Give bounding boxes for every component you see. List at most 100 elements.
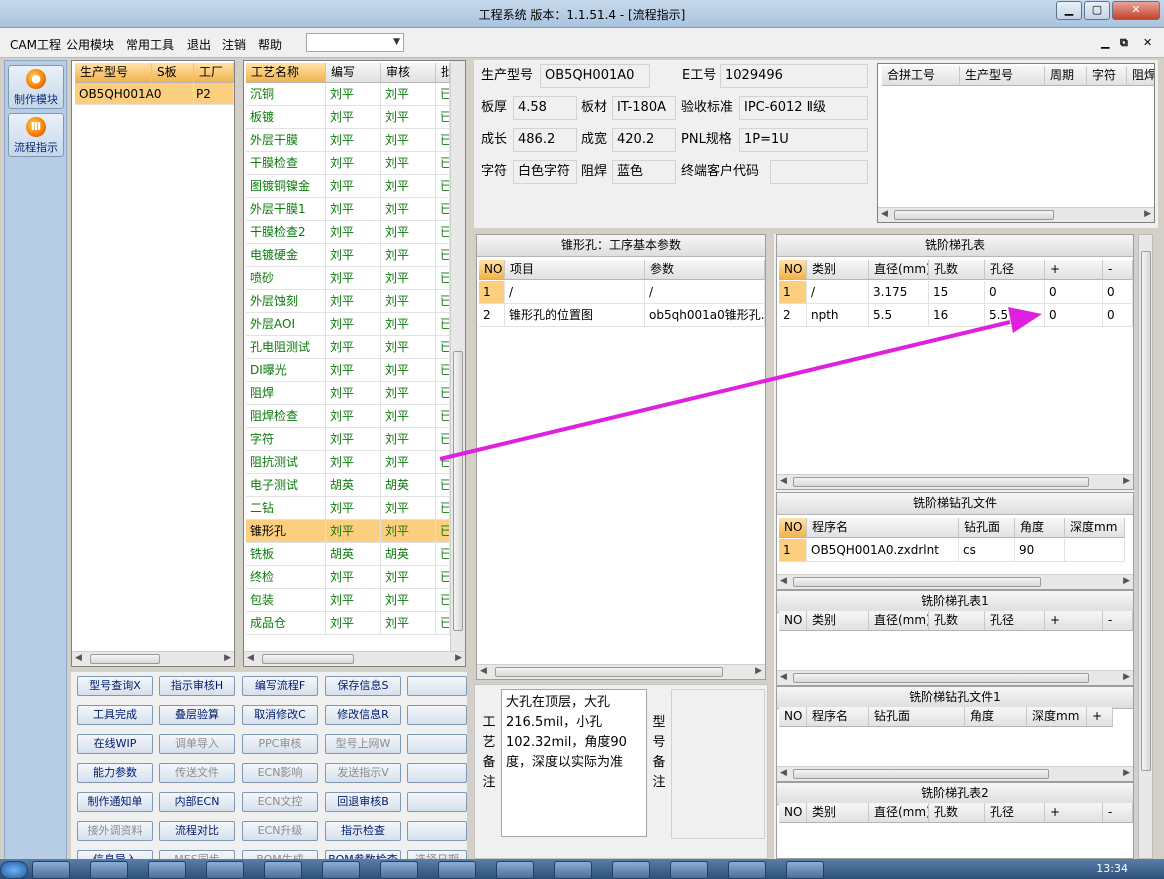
- column-header[interactable]: 深度mm: [1027, 707, 1087, 727]
- action-button[interactable]: 流程对比: [159, 821, 235, 841]
- column-header[interactable]: 编写: [326, 63, 381, 83]
- table-cell[interactable]: 刘平: [326, 290, 381, 313]
- table-cell[interactable]: 已: [436, 474, 450, 497]
- table-cell[interactable]: 已: [436, 359, 450, 382]
- taskbar-item[interactable]: [32, 861, 70, 879]
- table-cell[interactable]: 刘平: [381, 520, 436, 543]
- table-cell[interactable]: 板镀: [246, 106, 326, 129]
- table-cell[interactable]: 刘平: [381, 497, 436, 520]
- table-cell[interactable]: 已: [436, 313, 450, 336]
- column-header[interactable]: NO: [779, 518, 807, 538]
- model-remark-text[interactable]: [671, 689, 765, 839]
- table-cell[interactable]: [1065, 539, 1125, 562]
- table-cell[interactable]: ob5qh001a0锥形孔.: [645, 304, 765, 327]
- table-cell[interactable]: 刘平: [381, 313, 436, 336]
- sidebar-item-make-module[interactable]: ● 制作模块: [8, 65, 64, 109]
- table-cell[interactable]: 已: [436, 520, 450, 543]
- table-cell[interactable]: 锥形孔: [246, 520, 326, 543]
- table-cell[interactable]: 刘平: [326, 244, 381, 267]
- table-cell[interactable]: 刘平: [326, 520, 381, 543]
- table-cell[interactable]: 0: [1103, 304, 1133, 327]
- horizontal-scrollbar[interactable]: ◀ ▶: [244, 651, 465, 666]
- column-header[interactable]: -: [1103, 260, 1133, 280]
- table-cell[interactable]: DI曝光: [246, 359, 326, 382]
- table-cell[interactable]: 刘平: [326, 106, 381, 129]
- horizontal-scrollbar[interactable]: ◀ ▶: [878, 207, 1154, 222]
- material-field[interactable]: IT-180A: [612, 96, 676, 120]
- menu-logout[interactable]: 注销: [222, 36, 246, 53]
- table-cell[interactable]: 已: [436, 129, 450, 152]
- table-cell[interactable]: 已: [436, 405, 450, 428]
- menu-tools[interactable]: 常用工具: [126, 36, 174, 53]
- table-cell[interactable]: 胡英: [381, 543, 436, 566]
- table-cell[interactable]: 已: [436, 451, 450, 474]
- table-cell[interactable]: 刘平: [326, 129, 381, 152]
- table-cell[interactable]: 刘平: [381, 244, 436, 267]
- table-cell[interactable]: 胡英: [326, 543, 381, 566]
- action-button[interactable]: [407, 676, 467, 696]
- action-button[interactable]: 接外调资料: [77, 821, 153, 841]
- column-header[interactable]: -: [1103, 611, 1133, 631]
- table-cell[interactable]: 已: [436, 428, 450, 451]
- column-header[interactable]: 类别: [807, 803, 869, 823]
- action-button[interactable]: 编写流程F: [242, 676, 318, 696]
- column-header[interactable]: -: [1103, 803, 1133, 823]
- action-button[interactable]: [407, 763, 467, 783]
- table-cell[interactable]: 终检: [246, 566, 326, 589]
- column-header[interactable]: 直径(mm): [869, 803, 929, 823]
- customer-code-field[interactable]: [770, 160, 868, 184]
- table-cell[interactable]: 刘平: [381, 129, 436, 152]
- action-button[interactable]: 型号上网W: [325, 734, 401, 754]
- table-cell[interactable]: 刘平: [381, 290, 436, 313]
- table-cell[interactable]: 胡英: [326, 474, 381, 497]
- taskbar-item[interactable]: [728, 861, 766, 879]
- table-cell[interactable]: 刘平: [381, 175, 436, 198]
- column-header[interactable]: 深度mm: [1065, 518, 1125, 538]
- menu-cam[interactable]: CAM工程: [10, 36, 61, 53]
- table-cell[interactable]: 刘平: [381, 106, 436, 129]
- column-header[interactable]: 孔径: [985, 260, 1045, 280]
- taskbar-item[interactable]: [612, 861, 650, 879]
- table-cell[interactable]: 电子测试: [246, 474, 326, 497]
- taskbar-item[interactable]: [322, 861, 360, 879]
- table-cell[interactable]: 1: [779, 539, 807, 562]
- table-cell[interactable]: 刘平: [326, 198, 381, 221]
- column-header[interactable]: NO: [779, 707, 807, 727]
- table-cell[interactable]: 成品仓: [246, 612, 326, 635]
- table-cell[interactable]: 外层AOI: [246, 313, 326, 336]
- column-header[interactable]: 直径(mm): [869, 260, 929, 280]
- maximize-button[interactable]: ▢: [1084, 1, 1110, 20]
- table-cell[interactable]: 已: [436, 83, 450, 106]
- table-cell[interactable]: 刘平: [326, 589, 381, 612]
- table-cell[interactable]: 已: [436, 543, 450, 566]
- column-header[interactable]: 工厂: [194, 63, 234, 83]
- table-cell[interactable]: 1: [479, 281, 505, 304]
- thickness-field[interactable]: 4.58: [513, 96, 577, 120]
- column-header[interactable]: 钻孔面: [959, 518, 1015, 538]
- table-cell[interactable]: 刘平: [381, 612, 436, 635]
- column-header[interactable]: 类别: [807, 260, 869, 280]
- horizontal-scrollbar[interactable]: ◀ ▶: [72, 651, 234, 666]
- column-header[interactable]: 角度: [965, 707, 1027, 727]
- table-cell[interactable]: 5.5: [985, 304, 1045, 327]
- table-cell[interactable]: 刘平: [381, 336, 436, 359]
- column-header[interactable]: 钻孔面: [869, 707, 965, 727]
- table-cell[interactable]: 刘平: [326, 428, 381, 451]
- column-header[interactable]: 孔数: [929, 611, 985, 631]
- table-cell[interactable]: npth: [807, 304, 869, 327]
- column-header[interactable]: 孔数: [929, 260, 985, 280]
- table-cell[interactable]: 刘平: [381, 267, 436, 290]
- column-header[interactable]: 程序名: [807, 518, 959, 538]
- table-cell[interactable]: 已: [436, 589, 450, 612]
- table-cell[interactable]: 沉铜: [246, 83, 326, 106]
- action-button[interactable]: 修改信息R: [325, 705, 401, 725]
- table-cell[interactable]: 刘平: [381, 152, 436, 175]
- table-cell[interactable]: 0: [1045, 304, 1103, 327]
- table-cell[interactable]: 阻焊检查: [246, 405, 326, 428]
- table-cell[interactable]: 刘平: [326, 566, 381, 589]
- table-cell[interactable]: 2: [479, 304, 505, 327]
- process-remark-text[interactable]: 大孔在顶层，大孔216.5mil，小孔102.32mil，角度90度，深度以实际…: [501, 689, 647, 837]
- table-cell[interactable]: 90: [1015, 539, 1065, 562]
- char-field[interactable]: 白色字符: [513, 160, 577, 184]
- table-cell[interactable]: OB5QH001A0.zxdrlnt: [807, 539, 959, 562]
